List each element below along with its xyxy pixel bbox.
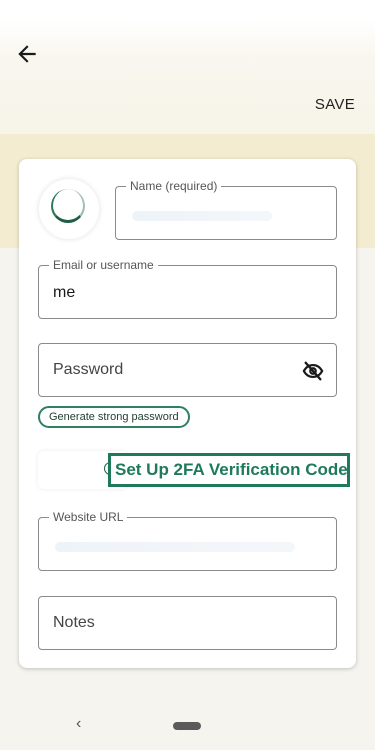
website-field-value (55, 542, 295, 552)
status-bar (0, 0, 375, 20)
email-field[interactable]: Email or username me (38, 258, 337, 319)
save-button[interactable]: SAVE (315, 96, 355, 113)
generate-password-button[interactable]: Generate strong password (38, 406, 190, 428)
name-field-value (132, 211, 272, 221)
back-button[interactable] (14, 41, 40, 67)
avatar[interactable] (39, 179, 99, 239)
eye-off-icon (302, 361, 324, 381)
arrow-left-icon (18, 45, 36, 63)
home-pill-icon[interactable] (173, 722, 201, 730)
system-nav-bar: ‹ (0, 700, 375, 750)
website-field-label: Website URL (49, 510, 128, 524)
avatar-placeholder-icon (51, 189, 85, 223)
email-field-value: me (53, 284, 76, 301)
name-field[interactable]: Name (required) (115, 179, 337, 240)
name-field-label: Name (required) (126, 179, 222, 193)
login-form-card: Name (required) Email or username me Pas… (19, 159, 356, 668)
website-field[interactable]: Website URL (38, 510, 337, 571)
toggle-password-visibility-button[interactable] (302, 360, 324, 382)
top-app-bar (0, 20, 375, 134)
password-field[interactable]: Password (38, 343, 337, 397)
password-placeholder: Password (53, 361, 124, 378)
email-field-label: Email or username (49, 258, 158, 272)
notes-field[interactable]: Notes (38, 596, 337, 650)
setup-2fa-button[interactable]: Set Up 2FA Verification Code (108, 453, 350, 487)
notes-placeholder: Notes (53, 614, 95, 631)
nav-back-button[interactable]: ‹ (76, 715, 81, 733)
